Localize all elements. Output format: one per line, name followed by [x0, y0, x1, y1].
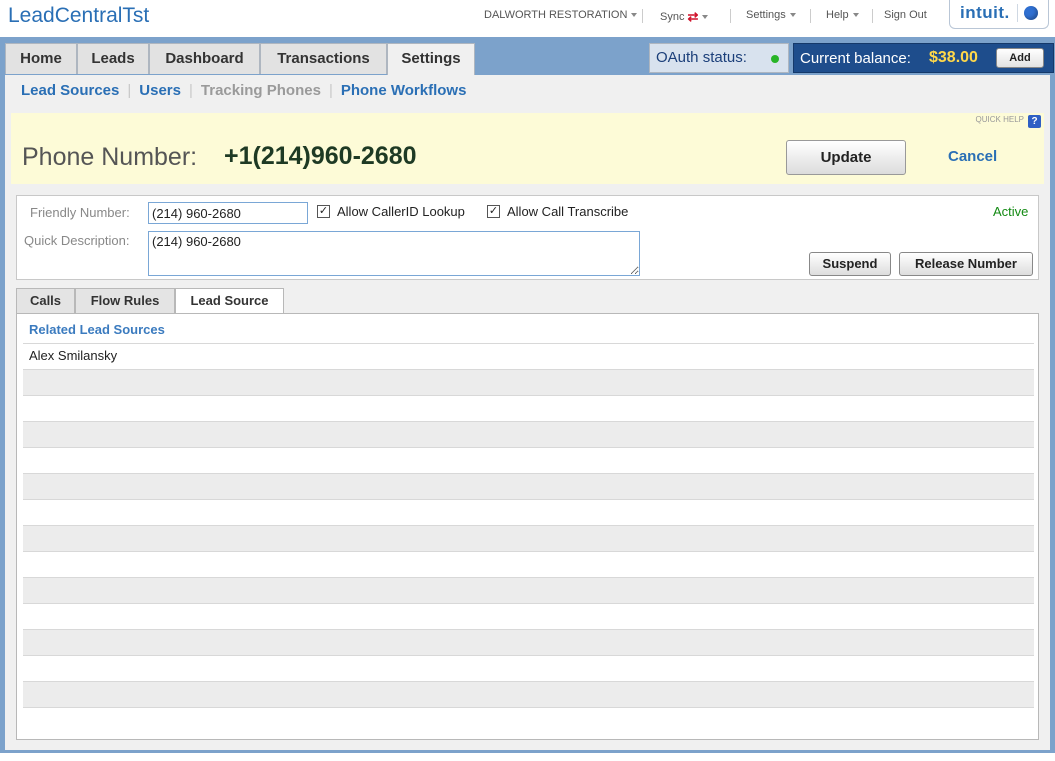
- list-item: [23, 707, 1034, 733]
- tab-leads[interactable]: Leads: [77, 43, 149, 74]
- subnav-users[interactable]: Users: [139, 82, 181, 99]
- quick-help-label[interactable]: QUICK HELP: [976, 115, 1024, 124]
- chevron-down-icon: [789, 13, 796, 18]
- suspend-button[interactable]: Suspend: [809, 252, 891, 276]
- tab-home[interactable]: Home: [5, 43, 77, 74]
- top-bar: LeadCentralTst DALWORTH RESTORATION Sync…: [0, 0, 1055, 37]
- transcribe-checkbox[interactable]: ✓: [487, 205, 500, 218]
- settings-menu[interactable]: Settings: [746, 9, 796, 21]
- callerid-checkbox[interactable]: ✓: [317, 205, 330, 218]
- company-menu[interactable]: DALWORTH RESTORATION: [484, 9, 638, 21]
- phone-details: Friendly Number: ✓ Allow CallerID Lookup…: [16, 195, 1039, 280]
- sync-icon: ⇄: [687, 9, 699, 24]
- phone-number-label: Phone Number:: [22, 143, 198, 171]
- tab-calls[interactable]: Calls: [16, 288, 75, 313]
- intuit-logo: intuit.: [960, 3, 1010, 22]
- update-button[interactable]: Update: [786, 140, 906, 175]
- callerid-label: Allow CallerID Lookup: [337, 204, 465, 219]
- list-item: [23, 603, 1034, 629]
- transcribe-label: Allow Call Transcribe: [507, 204, 629, 219]
- cancel-link[interactable]: Cancel: [948, 148, 997, 165]
- chevron-down-icon: [702, 15, 709, 20]
- subnav-tracking-phones[interactable]: Tracking Phones: [201, 82, 321, 99]
- intuit-brand-box[interactable]: intuit.: [949, 0, 1049, 29]
- panel-heading: Related Lead Sources: [29, 322, 165, 337]
- divider: |: [127, 82, 132, 99]
- lead-source-panel: Related Lead Sources Alex Smilansky: [16, 313, 1039, 740]
- tab-flow-rules[interactable]: Flow Rules: [75, 288, 175, 313]
- help-icon[interactable]: ?: [1028, 115, 1041, 128]
- divider: |: [328, 82, 333, 99]
- quick-description-input[interactable]: (214) 960-2680: [148, 231, 640, 276]
- list-item: [23, 395, 1034, 421]
- quick-description-label: Quick Description:: [24, 233, 130, 248]
- intuit-globe-icon: [1024, 6, 1038, 20]
- tab-transactions[interactable]: Transactions: [260, 43, 387, 74]
- phone-header: QUICK HELP ? Phone Number: +1(214)960-26…: [11, 113, 1044, 184]
- list-item: [23, 369, 1034, 395]
- settings-menu-label: Settings: [746, 9, 786, 21]
- list-item: [23, 447, 1034, 473]
- divider: [872, 9, 873, 23]
- oauth-status-label: OAuth status:: [656, 49, 747, 66]
- main-frame: Home Leads Dashboard Transactions Settin…: [0, 37, 1055, 753]
- balance-label: Current balance:: [800, 50, 911, 67]
- tab-lead-source[interactable]: Lead Source: [175, 288, 284, 315]
- subnav-phone-workflows[interactable]: Phone Workflows: [341, 82, 467, 99]
- help-menu-label: Help: [826, 9, 849, 21]
- list-item: [23, 577, 1034, 603]
- balance-box: Current balance: $38.00 Add: [793, 43, 1054, 73]
- list-item: [23, 551, 1034, 577]
- status-badge: Active: [993, 204, 1029, 219]
- chevron-down-icon: [852, 13, 859, 18]
- chevron-down-icon: [631, 13, 638, 18]
- list-item: [23, 473, 1034, 499]
- list-item: [23, 629, 1034, 655]
- settings-subnav: Lead Sources | Users | Tracking Phones | Phone…: [21, 82, 466, 99]
- help-menu[interactable]: Help: [826, 9, 859, 21]
- sign-out-link[interactable]: Sign Out: [884, 9, 927, 21]
- release-number-button[interactable]: Release Number: [899, 252, 1033, 276]
- friendly-number-input[interactable]: [148, 202, 308, 224]
- divider: [642, 9, 643, 23]
- add-funds-button[interactable]: Add: [996, 48, 1044, 68]
- app-title[interactable]: LeadCentralTst: [8, 4, 149, 28]
- divider: [810, 9, 811, 23]
- tab-settings[interactable]: Settings: [387, 43, 475, 76]
- balance-value: $38.00: [929, 49, 978, 66]
- list-item: [23, 525, 1034, 551]
- divider: [1017, 4, 1018, 22]
- sync-menu[interactable]: Sync ⇄: [660, 9, 709, 25]
- divider: [730, 9, 731, 23]
- status-dot-icon: [771, 55, 779, 63]
- content-area: Lead Sources | Users | Tracking Phones | Phone…: [5, 75, 1050, 750]
- list-item: [23, 421, 1034, 447]
- lead-source-list: Alex Smilansky: [23, 343, 1034, 733]
- oauth-status: OAuth status:: [649, 43, 789, 73]
- friendly-number-label: Friendly Number:: [30, 205, 130, 220]
- list-item: [23, 681, 1034, 707]
- sync-menu-label: Sync: [660, 11, 685, 23]
- company-menu-label: DALWORTH RESTORATION: [484, 9, 628, 21]
- list-item: [23, 499, 1034, 525]
- list-item[interactable]: Alex Smilansky: [23, 343, 1034, 369]
- subnav-lead-sources[interactable]: Lead Sources: [21, 82, 119, 99]
- tab-dashboard[interactable]: Dashboard: [149, 43, 260, 74]
- divider: |: [188, 82, 193, 99]
- list-item: [23, 655, 1034, 681]
- phone-number-value: +1(214)960-2680: [224, 142, 417, 170]
